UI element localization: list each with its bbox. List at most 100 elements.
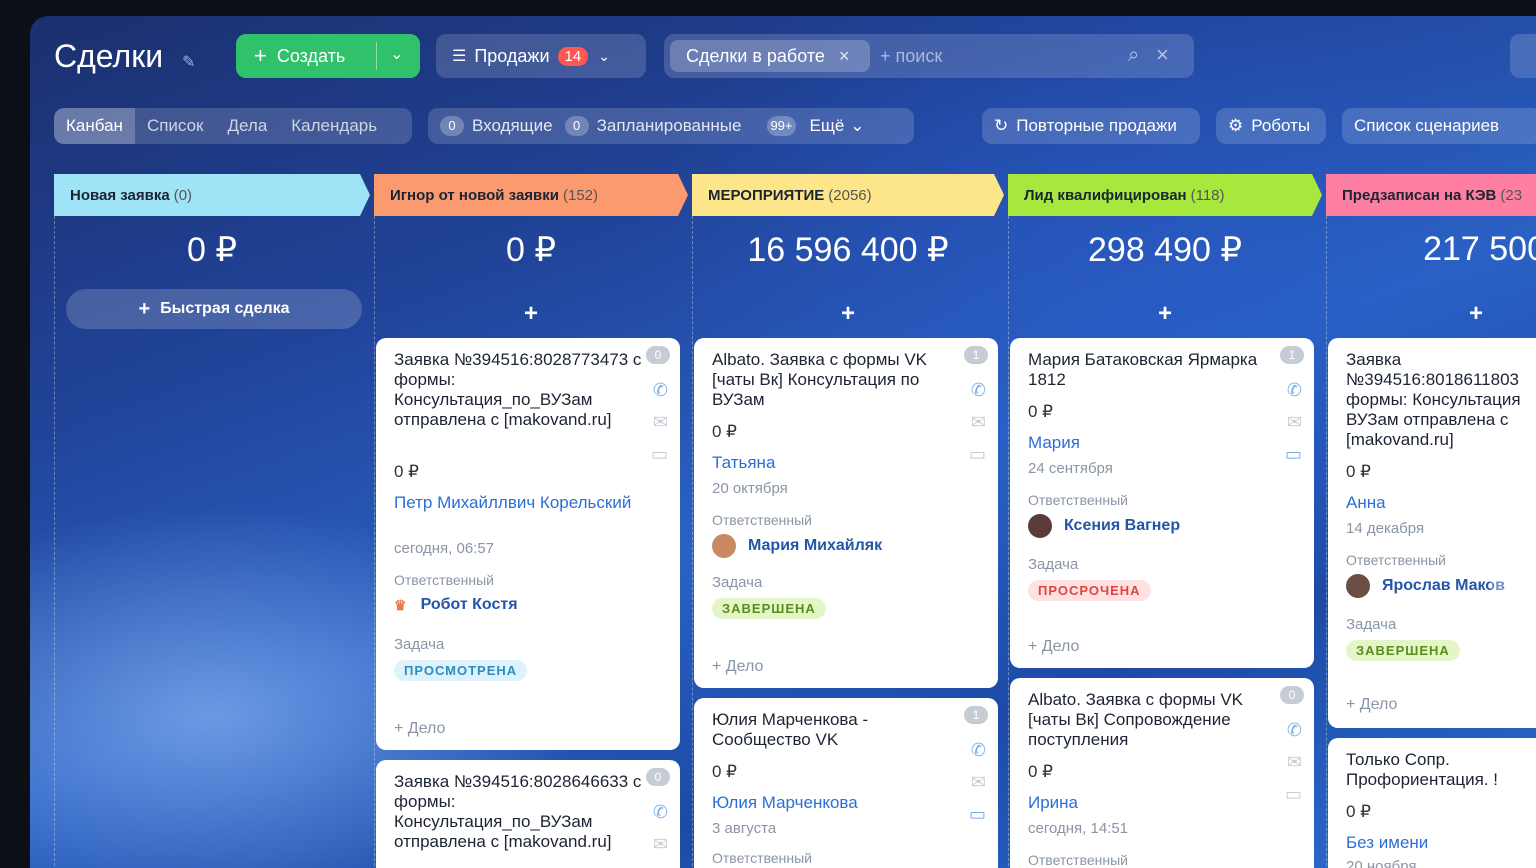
responsible-user[interactable]: Ксения Вагнер	[1028, 514, 1180, 538]
responsible-name: Мария Михайляк	[748, 537, 883, 554]
incoming-link[interactable]: Входящие	[472, 116, 553, 136]
responsible-user[interactable]: Ярослав Маков	[1346, 574, 1505, 598]
deal-card[interactable]: Только Сопр. Профориентация. ! 0 ₽ Без и…	[1328, 738, 1536, 868]
contact-link[interactable]: Мария	[1028, 432, 1268, 454]
robots-button[interactable]: ⚙ Роботы	[1216, 108, 1326, 144]
chat-icon[interactable]: ▭	[1285, 444, 1302, 465]
search-bar[interactable]: Сделки в работе × + поиск ⌕ ×	[664, 34, 1194, 78]
deal-title[interactable]: Только Сопр. Профориентация. !	[1346, 750, 1536, 790]
deal-amount: 0 ₽	[712, 762, 737, 781]
tab-activities[interactable]: Дела	[216, 108, 280, 144]
chevron-down-icon[interactable]: ⌄	[390, 44, 403, 64]
deal-date: 20 октября	[712, 480, 788, 497]
mail-icon[interactable]: ✉	[653, 834, 668, 855]
clear-icon[interactable]: ×	[1156, 42, 1169, 68]
view-tabs: Канбан Список Дела Календарь	[54, 108, 412, 144]
filter-chip[interactable]: Сделки в работе ×	[670, 40, 870, 72]
contact-link[interactable]: Ирина	[1028, 792, 1268, 814]
chat-icon[interactable]: ▭	[969, 804, 986, 825]
deal-title[interactable]: Заявка №394516:8028773473 с формы: Консу…	[394, 350, 642, 430]
scenarios-button[interactable]: Список сценариев	[1342, 108, 1536, 144]
pin-icon[interactable]: ✎	[182, 52, 195, 72]
add-activity-link[interactable]: + Дело	[1346, 696, 1397, 714]
deal-card[interactable]: Заявка №394516:8028773473 с формы: Консу…	[376, 338, 680, 750]
comment-counter: 0	[646, 346, 670, 364]
responsible-label: Ответственный	[1028, 492, 1128, 508]
deal-date: 24 сентября	[1028, 460, 1113, 477]
mail-icon[interactable]: ✉	[971, 772, 986, 793]
deal-card[interactable]: Мария Батаковская Ярмарка 1812 1 ✆ ✉ ▭ 0…	[1010, 338, 1314, 668]
deal-date: сегодня, 06:57	[394, 540, 495, 557]
deal-title[interactable]: Albato. Заявка с формы VK [чаты Вк] Сопр…	[1028, 690, 1276, 750]
close-icon[interactable]: ×	[839, 46, 850, 67]
deal-card[interactable]: Albato. Заявка с формы VK [чаты Вк] Сопр…	[1010, 678, 1314, 868]
chat-icon[interactable]: ▭	[1285, 784, 1302, 805]
add-activity-link[interactable]: + Дело	[712, 658, 763, 676]
contact-link[interactable]: Без имени	[1346, 832, 1536, 854]
contact-link[interactable]: Юлия Марченкова	[712, 792, 952, 814]
phone-icon[interactable]: ✆	[971, 740, 986, 761]
quick-deal-button[interactable]: + Быстрая сделка	[66, 289, 362, 329]
search-input[interactable]: + поиск	[880, 46, 942, 67]
mail-icon[interactable]: ✉	[1287, 752, 1302, 773]
comment-counter: 1	[964, 706, 988, 724]
mail-icon[interactable]: ✉	[653, 412, 668, 433]
add-activity-link[interactable]: + Дело	[394, 720, 445, 738]
deal-amount: 0 ₽	[1346, 462, 1371, 481]
responsible-label: Ответственный	[1028, 852, 1128, 868]
deal-title[interactable]: Заявка №394516:8018611803 формы: Консуль…	[1346, 350, 1536, 450]
mail-icon[interactable]: ✉	[1287, 412, 1302, 433]
responsible-user[interactable]: ♛ Робот Костя	[394, 596, 518, 614]
deal-card[interactable]: Юлия Марченкова - Сообщество VK 1 ✆ ✉ ▭ …	[694, 698, 998, 868]
deal-title[interactable]: Заявка №394516:8028646633 с формы: Консу…	[394, 772, 642, 852]
comment-counter: 0	[646, 768, 670, 786]
mail-icon[interactable]: ✉	[971, 412, 986, 433]
tab-calendar[interactable]: Календарь	[279, 108, 389, 144]
search-icon[interactable]: ⌕	[1128, 44, 1139, 67]
deal-title[interactable]: Мария Батаковская Ярмарка 1812	[1028, 350, 1276, 390]
deal-title[interactable]: Юлия Марченкова - Сообщество VK	[712, 710, 960, 750]
planned-link[interactable]: Запланированные	[597, 116, 742, 136]
column-header-qualified[interactable]: Лид квалифицирован (118)	[1008, 174, 1322, 216]
column-header-prebooked[interactable]: Предзаписан на КЭВ (23	[1326, 174, 1536, 216]
responsible-name: Ксения Вагнер	[1064, 517, 1181, 534]
phone-icon[interactable]: ✆	[1287, 380, 1302, 401]
phone-icon[interactable]: ✆	[653, 380, 668, 401]
responsible-user[interactable]: Мария Михайляк	[712, 534, 882, 558]
robot-icon: ♛	[394, 596, 407, 613]
pipeline-selector[interactable]: ☰ Продажи 14 ⌄	[436, 34, 646, 78]
add-deal-button[interactable]: +	[374, 300, 688, 328]
add-deal-button[interactable]: +	[692, 300, 1004, 328]
add-deal-button[interactable]: +	[1326, 300, 1536, 328]
settings-button[interactable]	[1510, 34, 1536, 78]
contact-link[interactable]: Татьяна	[712, 452, 952, 474]
pipeline-badge: 14	[557, 46, 589, 66]
tab-list[interactable]: Список	[135, 108, 216, 144]
deal-title[interactable]: Albato. Заявка с формы VK [чаты Вк] Конс…	[712, 350, 960, 410]
task-label: Задача	[712, 574, 763, 591]
create-button[interactable]: + Создать ⌄	[236, 34, 420, 78]
deal-amount: 0 ₽	[1346, 802, 1371, 821]
plus-icon: +	[138, 297, 151, 320]
tab-kanban[interactable]: Канбан	[54, 108, 135, 144]
column-header-ignore[interactable]: Игнор от новой заявки (152)	[374, 174, 688, 216]
chat-icon[interactable]: ▭	[651, 444, 668, 465]
add-activity-link[interactable]: + Дело	[1028, 638, 1079, 656]
column-header-event[interactable]: МЕРОПРИЯТИЕ (2056)	[692, 174, 1004, 216]
repeat-sales-label: Повторные продажи	[1016, 116, 1177, 135]
phone-icon[interactable]: ✆	[653, 802, 668, 823]
more-link[interactable]: Ещё	[810, 116, 845, 136]
column-sum: 217 500	[1423, 230, 1536, 268]
column-count: (118)	[1190, 186, 1225, 204]
contact-link[interactable]: Анна	[1346, 492, 1536, 514]
responsible-label: Ответственный	[712, 512, 812, 528]
phone-icon[interactable]: ✆	[971, 380, 986, 401]
contact-link[interactable]: Петр Михайллвич Корельский	[394, 492, 634, 514]
chat-icon[interactable]: ▭	[969, 444, 986, 465]
repeat-sales-button[interactable]: ↻ Повторные продажи	[982, 108, 1200, 144]
deal-card[interactable]: Заявка №394516:8028646633 с формы: Консу…	[376, 760, 680, 868]
deal-card[interactable]: Albato. Заявка с формы VK [чаты Вк] Конс…	[694, 338, 998, 688]
add-deal-button[interactable]: +	[1008, 300, 1322, 328]
phone-icon[interactable]: ✆	[1287, 720, 1302, 741]
column-header-new[interactable]: Новая заявка (0)	[54, 174, 370, 216]
